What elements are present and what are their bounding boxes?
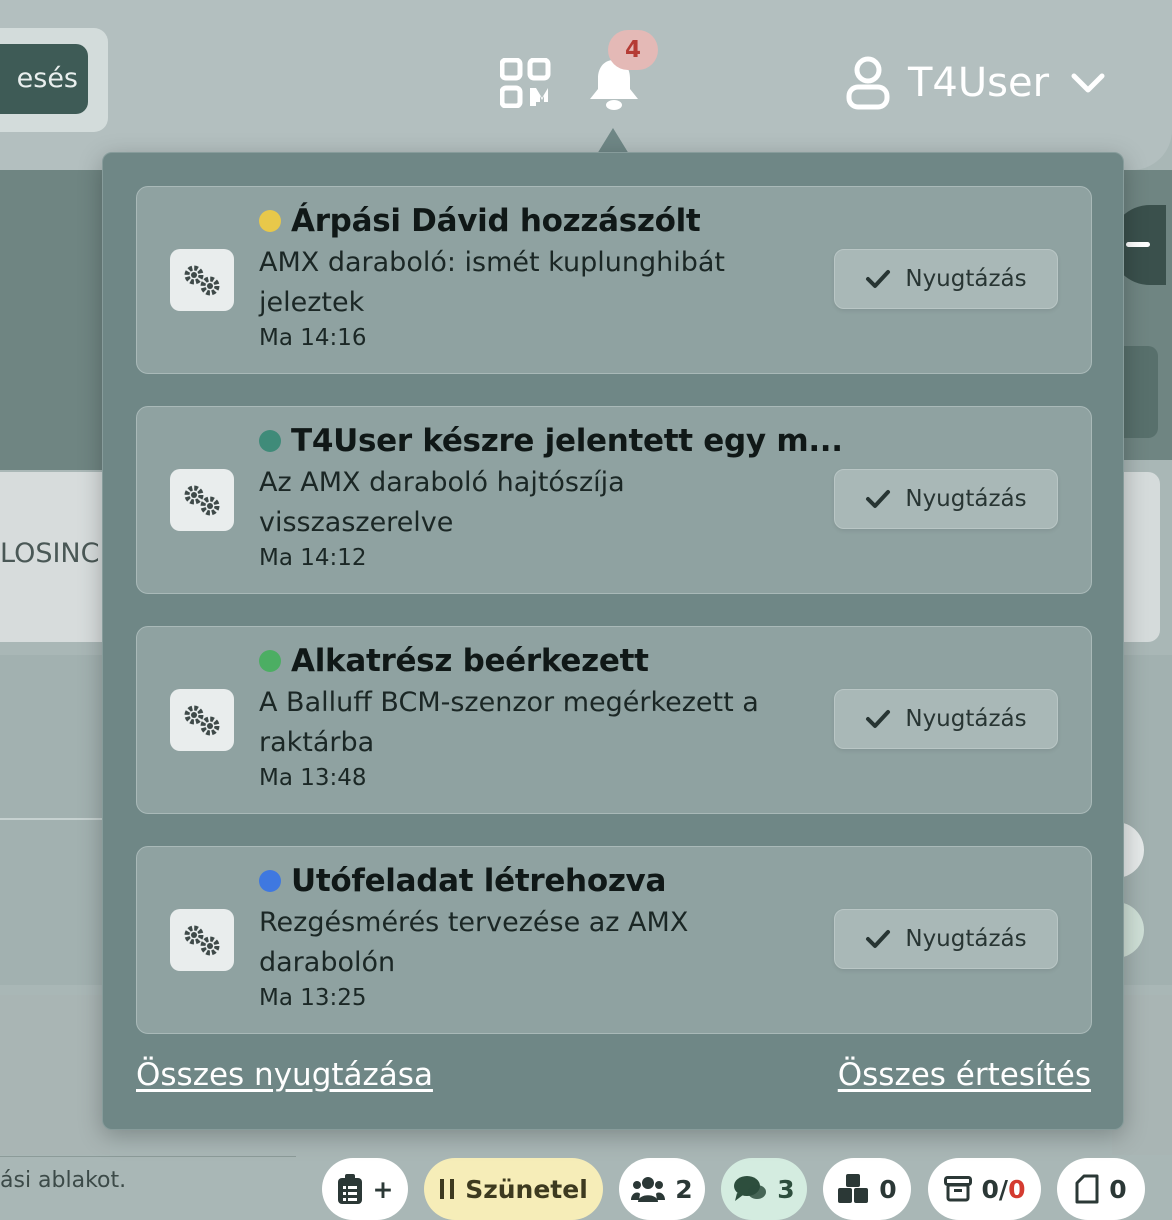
- check-icon: [866, 930, 891, 948]
- status-dot: [259, 210, 281, 232]
- gears-icon: [170, 909, 234, 971]
- minus-icon: [1126, 242, 1150, 247]
- parts-count: 0: [879, 1174, 897, 1204]
- acknowledge-button[interactable]: Nyugtázás: [834, 689, 1058, 749]
- notification-count-badge: 4: [608, 30, 658, 70]
- background-list-bottom: [0, 995, 110, 1155]
- background-card-label: LOSINC: [0, 538, 100, 569]
- check-icon: [866, 270, 891, 288]
- acknowledge-label: Nyugtázás: [905, 706, 1027, 732]
- status-dot: [259, 430, 281, 452]
- notification-body: AMX daraboló: ismét kuplunghibát jelezte…: [259, 247, 725, 318]
- notification-title: Utófeladat létrehozva: [291, 863, 667, 899]
- status-dot: [259, 650, 281, 672]
- notification-title: Árpási Dávid hozzászólt: [291, 203, 701, 239]
- background-footer-text: ási ablakot.: [0, 1168, 127, 1193]
- pause-label: Szünetel: [465, 1174, 588, 1204]
- notification-card[interactable]: Árpási Dávid hozzászólt AMX daraboló: is…: [136, 186, 1092, 374]
- acknowledge-all-link[interactable]: Összes nyugtázása: [136, 1057, 433, 1093]
- qr-code-icon[interactable]: [499, 57, 552, 109]
- notification-time: Ma 13:25: [259, 985, 367, 1011]
- pause-icon: [440, 1179, 455, 1199]
- gears-icon: [170, 249, 234, 311]
- notification-title: Alkatrész beérkezett: [291, 643, 649, 679]
- divider: [0, 818, 110, 820]
- background-list: [0, 655, 110, 985]
- notification-card[interactable]: Utófeladat létrehozva Rezgésmérés tervez…: [136, 846, 1092, 1034]
- notification-title: T4User készre jelentett egy m...: [291, 423, 843, 459]
- chats-count: 3: [777, 1174, 795, 1204]
- popover-arrow: [597, 128, 629, 154]
- check-icon: [866, 490, 891, 508]
- notification-card[interactable]: T4User készre jelentett egy m... Az AMX …: [136, 406, 1092, 594]
- archive-counts: 0/0: [981, 1174, 1026, 1204]
- acknowledge-label: Nyugtázás: [905, 926, 1027, 952]
- acknowledge-label: Nyugtázás: [905, 266, 1027, 292]
- notification-body: Az AMX daraboló hajtószíja visszaszerelv…: [259, 467, 625, 538]
- notification-card[interactable]: Alkatrész beérkezett A Balluff BCM-szenz…: [136, 626, 1092, 814]
- acknowledge-button[interactable]: Nyugtázás: [834, 249, 1058, 309]
- acknowledge-button[interactable]: Nyugtázás: [834, 469, 1058, 529]
- add-task-plus: +: [372, 1174, 394, 1204]
- acknowledge-label: Nyugtázás: [905, 486, 1027, 512]
- acknowledge-button[interactable]: Nyugtázás: [834, 909, 1058, 969]
- primary-action-button[interactable]: esés: [0, 44, 88, 114]
- chevron-down-icon[interactable]: [1070, 66, 1106, 100]
- documents-count: 0: [1109, 1174, 1127, 1204]
- notification-time: Ma 14:16: [259, 325, 367, 351]
- boxes-icon: [838, 1174, 869, 1203]
- notification-time: Ma 14:12: [259, 545, 367, 571]
- gears-icon: [170, 689, 234, 751]
- users-icon: [631, 1177, 666, 1202]
- clipboard-icon: [337, 1174, 362, 1204]
- background-panel-left: [0, 170, 110, 470]
- notification-body: Rezgésmérés tervezése az AMX darabolón: [259, 907, 689, 978]
- document-icon: [1075, 1174, 1099, 1204]
- check-icon: [866, 710, 891, 728]
- notification-time: Ma 13:48: [259, 765, 367, 791]
- status-dot: [259, 870, 281, 892]
- chat-icon: [734, 1176, 767, 1201]
- divider: [0, 1156, 296, 1157]
- notifications-popover: Árpási Dávid hozzászólt AMX daraboló: is…: [102, 152, 1124, 1130]
- archive-icon: [943, 1176, 972, 1202]
- gears-icon: [170, 469, 234, 531]
- all-notifications-link[interactable]: Összes értesítés: [838, 1057, 1091, 1093]
- notification-body: A Balluff BCM-szenzor megérkezett a rakt…: [259, 687, 759, 758]
- people-count: 2: [675, 1174, 693, 1204]
- user-name[interactable]: T4User: [908, 58, 1049, 108]
- user-icon[interactable]: [846, 56, 890, 110]
